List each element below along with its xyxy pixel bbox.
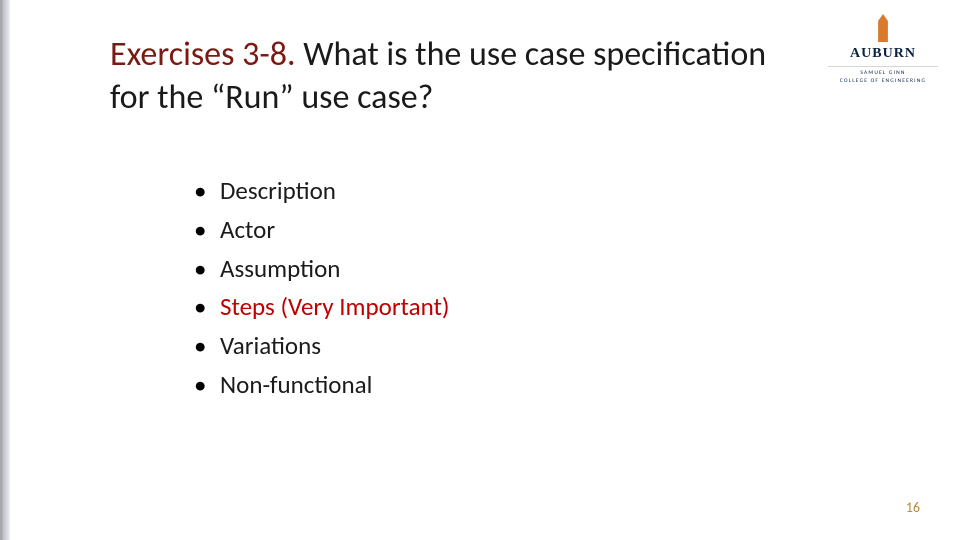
bullet-text: Non-functional [220, 369, 372, 400]
bullet-text: Assumption [220, 253, 340, 284]
left-edge-decoration [0, 0, 10, 540]
bullet-text: Variations [220, 330, 321, 361]
bullet-list: Description Actor Assumption Steps (Very Im… [194, 172, 449, 405]
title-prefix: Exercises 3-8. [110, 34, 296, 75]
bullet-item: Non-functional [194, 366, 449, 405]
bullet-text: Actor [220, 214, 275, 245]
tower-icon [876, 14, 890, 42]
bullet-item: Description [194, 172, 449, 211]
bullet-text: Steps (Very Important) [220, 291, 449, 322]
logo-subline-1: SAMUEL GINN [860, 70, 905, 76]
slide: Exercises 3-8. What is the use case spec… [0, 0, 960, 540]
logo-subtitle: SAMUEL GINN COLLEGE OF ENGINEERING [828, 66, 938, 85]
slide-title: Exercises 3-8. What is the use case spec… [110, 34, 790, 119]
bullet-item: Assumption [194, 250, 449, 289]
bullet-item: Actor [194, 211, 449, 250]
auburn-logo: AUBURN SAMUEL GINN COLLEGE OF ENGINEERIN… [828, 14, 938, 85]
logo-wordmark: AUBURN [850, 46, 916, 62]
bullet-text: Description [220, 175, 336, 206]
bullet-item: Variations [194, 327, 449, 366]
page-number: 16 [906, 499, 920, 516]
bullet-item: Steps (Very Important) [194, 288, 449, 327]
logo-subline-2: COLLEGE OF ENGINEERING [840, 78, 926, 84]
